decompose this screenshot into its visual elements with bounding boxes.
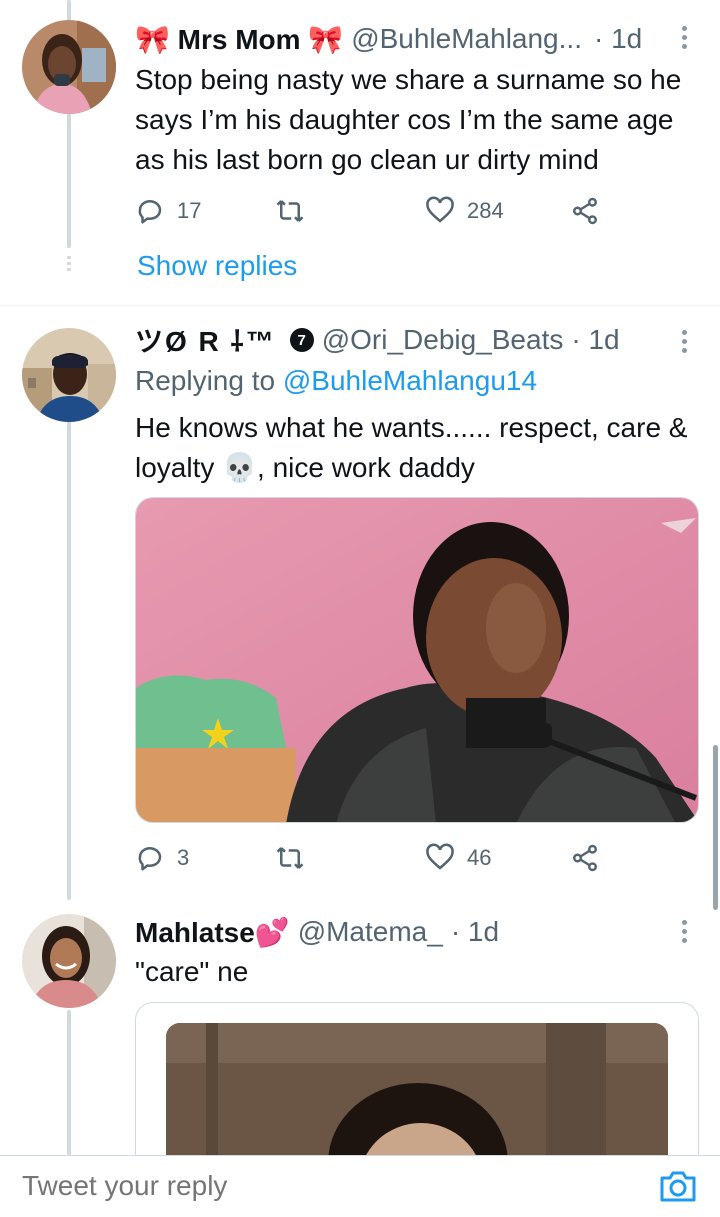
- reply-icon: [138, 200, 162, 224]
- tweet-header: ツØ R ⸸™ 7 @Ori_Debig_Beats · 1d: [135, 320, 620, 360]
- reply-count: 17: [177, 198, 202, 223]
- retweet-icon: [276, 200, 304, 222]
- replying-to: Replying to @BuhleMahlangu14: [135, 365, 537, 397]
- tweet-image[interactable]: [135, 497, 699, 823]
- share-button[interactable]: [570, 191, 600, 231]
- user-handle[interactable]: @Matema_: [298, 916, 443, 948]
- reply-bar: [0, 1155, 720, 1217]
- like-count: 284: [467, 198, 504, 223]
- timestamp[interactable]: · 1d: [451, 916, 499, 948]
- retweet-button[interactable]: [275, 838, 317, 878]
- like-icon: [426, 843, 454, 870]
- like-button[interactable]: 284: [425, 191, 504, 231]
- display-name[interactable]: Mahlatse💕: [135, 916, 290, 949]
- reply-button[interactable]: 3: [135, 838, 189, 878]
- reply-icon: [138, 847, 162, 871]
- replying-label: Replying to: [135, 365, 276, 396]
- tweet-header: 🎀 Mrs Mom 🎀 @BuhleMahlang... · 1d: [135, 19, 642, 59]
- timestamp[interactable]: · 1d: [571, 324, 619, 356]
- user-handle[interactable]: @Ori_Debig_Beats: [322, 324, 564, 356]
- verified-badge: 7: [289, 328, 314, 352]
- replying-mention[interactable]: @BuhleMahlangu14: [283, 365, 537, 396]
- camera-icon[interactable]: [658, 1168, 698, 1204]
- more-icon[interactable]: [682, 330, 690, 353]
- tweet-text: He knows what he wants...... respect, ca…: [135, 412, 688, 483]
- share-button[interactable]: [570, 838, 600, 878]
- display-name[interactable]: 🎀 Mrs Mom 🎀: [135, 23, 343, 56]
- avatar[interactable]: [22, 328, 116, 422]
- retweet-button[interactable]: [275, 191, 317, 231]
- user-handle[interactable]: @BuhleMahlang...: [351, 23, 582, 55]
- tweet-1[interactable]: 🎀 Mrs Mom 🎀 @BuhleMahlang... · 1d Stop b…: [0, 0, 720, 305]
- reply-input[interactable]: [22, 1170, 622, 1202]
- tweet-text: Stop being nasty we share a surname so h…: [135, 64, 682, 175]
- tweet-header: Mahlatse💕 @Matema_ · 1d: [135, 912, 499, 952]
- display-name[interactable]: ツØ R ⸸™: [135, 320, 276, 360]
- avatar[interactable]: [22, 914, 116, 1008]
- share-icon: [573, 197, 597, 225]
- tweet-2[interactable]: ツØ R ⸸™ 7 @Ori_Debig_Beats · 1d Replying…: [0, 306, 720, 896]
- more-icon[interactable]: [682, 26, 690, 49]
- avatar[interactable]: [22, 20, 116, 114]
- more-icon[interactable]: [682, 920, 690, 943]
- share-icon: [573, 844, 597, 872]
- reply-count: 3: [177, 845, 190, 870]
- tweet-text: "care" ne: [135, 956, 249, 987]
- action-bar: 3 46: [135, 838, 615, 878]
- like-button[interactable]: 46: [425, 838, 491, 878]
- retweet-icon: [276, 847, 304, 869]
- like-count: 46: [467, 845, 492, 870]
- tweet-3[interactable]: Mahlatse💕 @Matema_ · 1d "care" ne: [0, 896, 720, 1202]
- scrollbar-thumb[interactable]: [713, 745, 718, 910]
- timestamp[interactable]: · 1d: [594, 23, 642, 55]
- show-replies-link[interactable]: Show replies: [137, 250, 297, 282]
- reply-button[interactable]: 17: [135, 191, 201, 231]
- action-bar: 17 284: [135, 191, 615, 231]
- like-icon: [426, 196, 454, 223]
